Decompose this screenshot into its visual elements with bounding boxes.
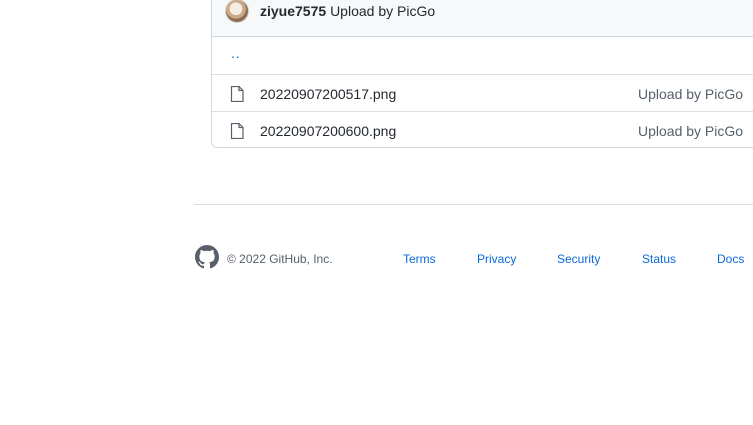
page: ziyue7575 Upload by PicGo .. 20220907200… <box>0 0 753 425</box>
file-list-box: ziyue7575 Upload by PicGo .. 20220907200… <box>211 0 753 148</box>
footer-link-docs[interactable]: Docs <box>717 251 744 267</box>
parent-directory-row[interactable]: .. <box>212 37 753 74</box>
footer-link-security[interactable]: Security <box>557 251 600 267</box>
file-icon <box>230 86 244 102</box>
footer-link-status[interactable]: Status <box>642 251 676 267</box>
commit-message[interactable]: Upload by PicGo <box>330 3 435 19</box>
github-mark-icon[interactable] <box>195 245 219 269</box>
footer-link-terms[interactable]: Terms <box>403 251 436 267</box>
file-name-link[interactable]: 20220907200517.png <box>260 84 396 104</box>
file-commit-message[interactable]: Upload by PicGo <box>638 121 743 141</box>
footer-divider <box>194 204 753 205</box>
file-icon <box>230 123 244 139</box>
file-name-link[interactable]: 20220907200600.png <box>260 121 396 141</box>
file-row[interactable]: 20220907200600.png Upload by PicGo <box>212 111 753 147</box>
commit-author-link[interactable]: ziyue7575 <box>260 3 326 19</box>
latest-commit-text: ziyue7575 Upload by PicGo <box>260 1 435 21</box>
parent-directory-link[interactable]: .. <box>231 45 241 61</box>
footer-copyright: © 2022 GitHub, Inc. <box>227 252 333 266</box>
file-row[interactable]: 20220907200517.png Upload by PicGo <box>212 74 753 111</box>
footer-link-privacy[interactable]: Privacy <box>477 251 516 267</box>
latest-commit-bar: ziyue7575 Upload by PicGo <box>212 0 753 37</box>
avatar[interactable] <box>225 0 249 23</box>
file-commit-message[interactable]: Upload by PicGo <box>638 84 743 104</box>
